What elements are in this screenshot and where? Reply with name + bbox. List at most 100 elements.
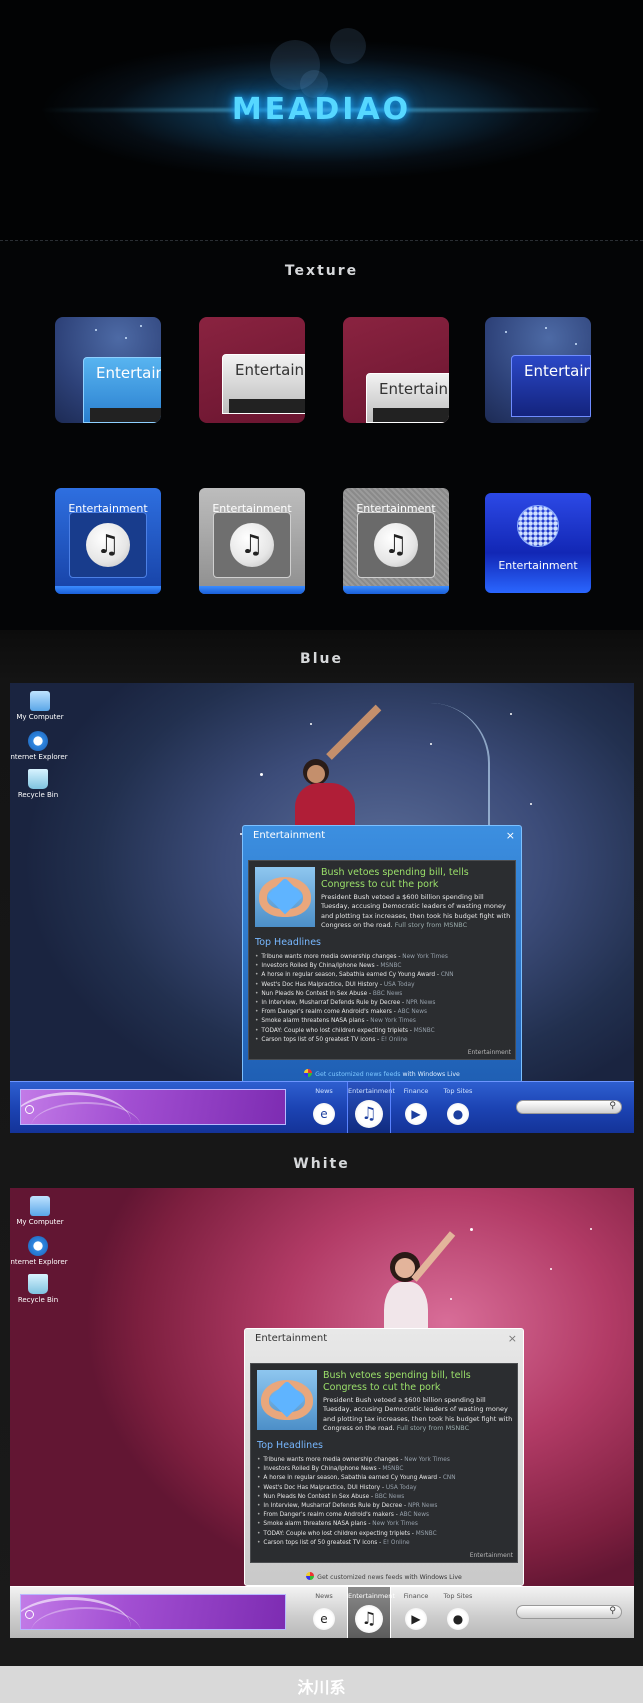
headline-item[interactable]: • A horse in regular season, Sabathia ear…: [257, 1474, 515, 1483]
desktop-icon-internet-explorer[interactable]: Internet Explorer: [10, 731, 68, 761]
taskbar-tab-top-sites[interactable]: Top Sites ●: [438, 1592, 478, 1630]
gadget-footer: Get customized news feeds with Windows L…: [245, 1572, 523, 1581]
headline-item[interactable]: • In Interview, Musharraf Defends Rule by…: [255, 999, 513, 1008]
footer-brand: 沐川系: [0, 1666, 643, 1703]
news-headline[interactable]: Bush vetoes spending bill, tells Congres…: [321, 867, 511, 891]
desktop-white: My Computer Internet Explorer Recycle Bi…: [10, 1188, 634, 1638]
taskbar: News e Entertainment ♫ Finance ▶ Top Sites ●…: [10, 1081, 634, 1133]
desktop-icon-recycle-bin[interactable]: Recycle Bin: [10, 769, 68, 799]
top-headlines-title: Top Headlines: [255, 937, 321, 948]
headline-item[interactable]: • From Danger's realm come Android's make…: [255, 1008, 513, 1017]
taskbar-tab-entertainment[interactable]: Entertainment ♫: [347, 1082, 395, 1133]
taskbar-tab-news[interactable]: News e: [306, 1087, 342, 1125]
headline-item[interactable]: • Carson tops list of 50 greatest TV icon…: [257, 1539, 515, 1548]
headline-list: • Tribune wants more media ownership chan…: [255, 953, 513, 1045]
news-thumbnail[interactable]: [257, 1370, 317, 1430]
texture-tile-navy[interactable]: Entertainment: [485, 317, 591, 423]
headline-item[interactable]: • Tribune wants more media ownership chan…: [255, 953, 513, 962]
window-tile-label: Entertainment: [96, 364, 161, 382]
film-reel-icon: [517, 505, 559, 547]
texture-tile-red-silver[interactable]: Entertainment: [199, 317, 305, 423]
user-icon: ●: [447, 1103, 469, 1125]
player-knob-icon[interactable]: [25, 1610, 34, 1619]
gadget-title: Entertainment: [255, 1333, 328, 1344]
window-tile-label: Entertainment: [524, 362, 591, 380]
music-note-icon: ♫: [86, 523, 130, 567]
search-icon: ⚲: [609, 1101, 616, 1111]
divider: [0, 240, 643, 241]
search-input[interactable]: ⚲: [516, 1100, 622, 1114]
taskbar-tab-finance[interactable]: Finance ▶: [396, 1087, 436, 1125]
section-title-blue: Blue: [300, 651, 343, 667]
headline-item[interactable]: • From Danger's realm come Android's make…: [257, 1511, 515, 1520]
recycle-bin-icon: [28, 1274, 48, 1294]
desktop-icon-internet-explorer[interactable]: Internet Explorer: [10, 1236, 68, 1266]
desktop-icon-recycle-bin[interactable]: Recycle Bin: [10, 1274, 68, 1304]
music-note-icon: ♫: [355, 1605, 383, 1633]
search-input[interactable]: ⚲: [516, 1605, 622, 1619]
desktop-blue: My Computer Internet Explorer Recycle Bi…: [10, 683, 634, 1133]
desktop-icon-my-computer[interactable]: My Computer: [10, 1196, 70, 1226]
close-icon[interactable]: ×: [506, 829, 515, 842]
taskbar-tab-entertainment[interactable]: Entertainment ♫: [347, 1587, 395, 1638]
headline-item[interactable]: • Investors Roiled By China/Iphone News -…: [257, 1465, 515, 1474]
recycle-bin-icon: [28, 769, 48, 789]
headline-item[interactable]: • Investors Roiled By China/Iphone News -…: [255, 962, 513, 971]
icon-tile-navy[interactable]: Entertainment: [485, 493, 591, 593]
hero-banner: MEADIAO: [0, 0, 643, 240]
full-story-link[interactable]: Full story from MSNBC: [395, 921, 467, 929]
desktop-icon-my-computer[interactable]: My Computer: [10, 691, 70, 721]
headline-item[interactable]: • West's Doc Has Malpractice, DUI History…: [255, 981, 513, 990]
play-icon: ▶: [405, 1103, 427, 1125]
headline-item[interactable]: • In Interview, Musharraf Defends Rule by…: [257, 1502, 515, 1511]
icon-tile-silver[interactable]: Entertainment ♫: [199, 488, 305, 594]
music-note-icon: ♫: [230, 523, 274, 567]
close-icon[interactable]: ×: [508, 1332, 517, 1345]
computer-icon: [30, 691, 50, 711]
gadget-corner-label: Entertainment: [467, 1049, 511, 1056]
news-headline[interactable]: Bush vetoes spending bill, tells Congres…: [323, 1370, 513, 1394]
media-player-bar[interactable]: [20, 1594, 286, 1630]
music-note-icon: ♫: [355, 1100, 383, 1128]
player-knob-icon[interactable]: [25, 1105, 34, 1114]
window-tile-label: Entertainment: [235, 361, 305, 379]
windows-live-icon: [306, 1572, 315, 1580]
texture-tile-blue[interactable]: Entertainment: [55, 317, 161, 423]
gadget-body: Bush vetoes spending bill, tells Congres…: [250, 1363, 518, 1563]
brand-title: MEADIAO: [231, 92, 412, 127]
icon-tile-blue[interactable]: Entertainment ♫: [55, 488, 161, 594]
taskbar-tab-finance[interactable]: Finance ▶: [396, 1592, 436, 1630]
headline-item[interactable]: • Nun Pleads No Contest in Sex Abuse - BB…: [255, 990, 513, 999]
headline-item[interactable]: • Smoke alarm threatens NASA plans - New …: [255, 1017, 513, 1026]
section-title-white: White: [293, 1156, 350, 1172]
gadget-footer: Get customized news feeds with Windows L…: [243, 1069, 521, 1078]
page: MEADIAO Texture Entertainment Entertainm…: [0, 0, 643, 1703]
taskbar-tab-news[interactable]: News e: [306, 1592, 342, 1630]
ie-icon: [28, 731, 48, 751]
headline-item[interactable]: • TODAY: Couple who lost children expecti…: [255, 1027, 513, 1036]
icon-tile-mesh[interactable]: Entertainment ♫: [343, 488, 449, 594]
customize-feeds-link[interactable]: Get customized news feeds: [315, 1071, 400, 1078]
headline-item[interactable]: • A horse in regular season, Sabathia ear…: [255, 971, 513, 980]
news-thumbnail[interactable]: [255, 867, 315, 927]
texture-tile-red-mesh[interactable]: Entertainment: [343, 317, 449, 423]
headline-item[interactable]: • TODAY: Couple who lost children expecti…: [257, 1530, 515, 1539]
search-icon: ⚲: [609, 1606, 616, 1616]
headline-item[interactable]: • Smoke alarm threatens NASA plans - New …: [257, 1520, 515, 1529]
ie-icon: e: [313, 1608, 335, 1630]
section-title-texture: Texture: [284, 263, 359, 279]
media-player-bar[interactable]: [20, 1089, 286, 1125]
entertainment-gadget: Entertainment × Bush vetoes spending bil…: [244, 1328, 524, 1586]
news-summary: President Bush vetoed a $600 billion spe…: [321, 893, 511, 930]
headline-item[interactable]: • West's Doc Has Malpractice, DUI History…: [257, 1484, 515, 1493]
customize-feeds-link[interactable]: Get customized news feeds: [317, 1574, 402, 1581]
windows-live-icon: [304, 1069, 313, 1077]
headline-list: • Tribune wants more media ownership chan…: [257, 1456, 515, 1548]
news-summary: President Bush vetoed a $600 billion spe…: [323, 1396, 513, 1433]
music-note-icon: ♫: [374, 523, 418, 567]
headline-item[interactable]: • Tribune wants more media ownership chan…: [257, 1456, 515, 1465]
headline-item[interactable]: • Carson tops list of 50 greatest TV icon…: [255, 1036, 513, 1045]
headline-item[interactable]: • Nun Pleads No Contest in Sex Abuse - BB…: [257, 1493, 515, 1502]
taskbar-tab-top-sites[interactable]: Top Sites ●: [438, 1087, 478, 1125]
full-story-link[interactable]: Full story from MSNBC: [397, 1424, 469, 1432]
